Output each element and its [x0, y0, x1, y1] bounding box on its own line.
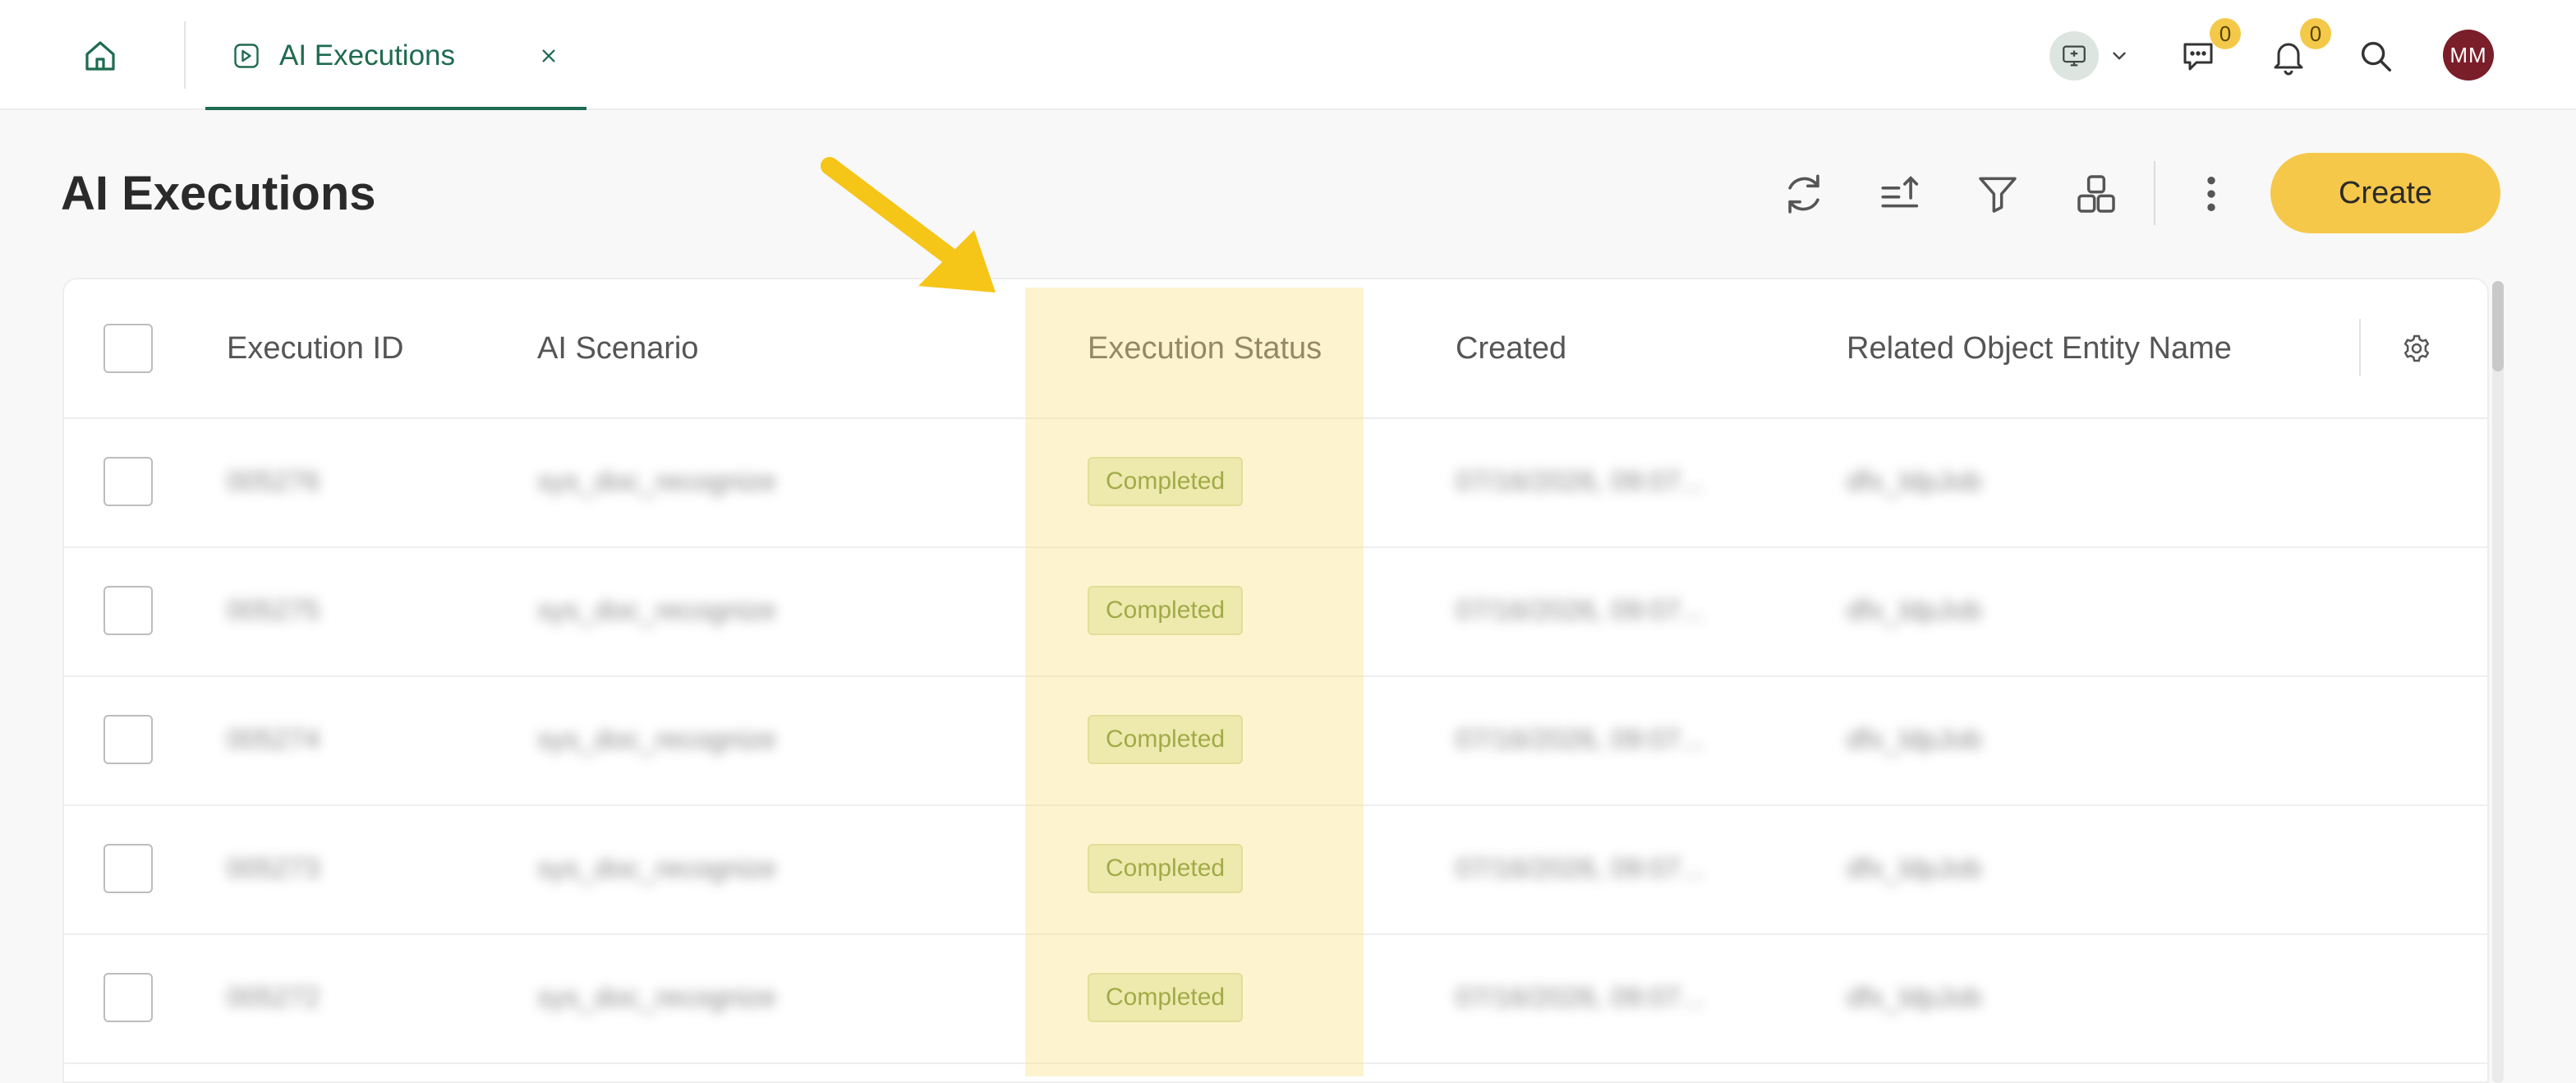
sort-button[interactable]	[1874, 168, 1927, 220]
cell-execution-id[interactable]: 005272	[227, 979, 320, 1016]
column-header-related-entity[interactable]: Related Object Entity Name	[1847, 329, 2232, 368]
column-settings-button[interactable]	[2399, 330, 2435, 366]
home-button[interactable]	[76, 31, 125, 81]
column-header-ai-scenario[interactable]: AI Scenario	[537, 329, 698, 368]
filter-icon	[1979, 177, 2017, 213]
sort-icon	[1881, 176, 1919, 208]
user-avatar[interactable]: MM	[2443, 30, 2494, 81]
annotation-arrow-icon	[821, 157, 996, 293]
notifications-count-badge: 0	[2300, 18, 2331, 49]
layout-icon	[2077, 175, 2115, 213]
column-header-created[interactable]: Created	[1456, 329, 1566, 368]
cell-execution-id[interactable]: 005275	[227, 592, 320, 629]
row-checkbox[interactable]	[104, 844, 153, 893]
table-row[interactable]: 005272 sys_doc_recognize Completed 07/16…	[64, 935, 2487, 1064]
row-checkbox[interactable]	[104, 586, 153, 635]
row-checkbox[interactable]	[104, 457, 153, 506]
tab-close-button[interactable]	[534, 41, 564, 71]
home-icon	[85, 41, 115, 71]
workspace-avatar	[2049, 31, 2099, 81]
topbar-divider	[184, 21, 186, 89]
search-icon	[2361, 41, 2391, 71]
executions-table: Execution ID AI Scenario Execution Statu…	[62, 278, 2489, 1083]
toolbar-divider	[2154, 161, 2155, 225]
column-header-execution-status[interactable]: Execution Status	[1088, 329, 1322, 368]
refresh-button[interactable]	[1778, 168, 1830, 220]
table-row[interactable]: 005273 sys_doc_recognize Completed 07/16…	[64, 806, 2487, 935]
cell-created: 07/16/2026, 09:07...	[1456, 595, 1704, 626]
table-row[interactable]: 005275 sys_doc_recognize Completed 07/16…	[64, 548, 2487, 677]
cell-related-entity: dfx_ldpJob	[1847, 853, 1982, 884]
more-options-button[interactable]	[2185, 168, 2238, 220]
create-button[interactable]: Create	[2270, 153, 2500, 233]
header-divider	[2359, 319, 2361, 376]
select-all-checkbox[interactable]	[104, 324, 153, 373]
cell-ai-scenario: sys_doc_recognize	[537, 595, 777, 626]
vertical-scrollbar[interactable]	[2492, 281, 2504, 1083]
column-header-execution-id[interactable]: Execution ID	[227, 329, 403, 368]
cell-ai-scenario: sys_doc_recognize	[537, 853, 777, 884]
gear-icon	[2404, 334, 2430, 362]
cell-ai-scenario: sys_doc_recognize	[537, 724, 777, 755]
cell-created: 07/16/2026, 09:07...	[1456, 724, 1704, 755]
close-icon	[542, 49, 555, 62]
row-checkbox[interactable]	[104, 715, 153, 764]
status-badge: Completed	[1088, 586, 1244, 635]
table-row[interactable]: 005276 sys_doc_recognize Completed 07/16…	[64, 419, 2487, 548]
screen-icon	[2063, 45, 2086, 67]
status-badge: Completed	[1088, 715, 1244, 764]
cell-created: 07/16/2026, 09:07...	[1456, 853, 1704, 884]
scrollbar-thumb[interactable]	[2492, 281, 2504, 371]
table-row[interactable]: 005274 sys_doc_recognize Completed 07/16…	[64, 677, 2487, 806]
cell-ai-scenario: sys_doc_recognize	[537, 466, 777, 497]
table-header: Execution ID AI Scenario Execution Statu…	[64, 279, 2487, 419]
filter-button[interactable]	[1971, 168, 2024, 220]
page-title: AI Executions	[61, 167, 376, 220]
status-badge: Completed	[1088, 457, 1244, 506]
top-bar: AI Executions 0 0 MM	[0, 0, 2576, 110]
row-checkbox[interactable]	[104, 973, 153, 1022]
cell-execution-id[interactable]: 005276	[227, 463, 320, 500]
cell-execution-id[interactable]: 005273	[227, 850, 320, 887]
cell-related-entity: dfx_ldpJob	[1847, 724, 1982, 755]
cell-execution-id[interactable]: 005274	[227, 721, 320, 758]
messages-button[interactable]: 0	[2174, 18, 2241, 82]
cell-related-entity: dfx_ldpJob	[1847, 595, 1982, 626]
search-button[interactable]	[2351, 30, 2400, 82]
workspace-switcher[interactable]	[2044, 30, 2136, 82]
cell-ai-scenario: sys_doc_recognize	[537, 982, 777, 1013]
tab-ai-executions[interactable]: AI Executions	[205, 0, 586, 110]
cell-created: 07/16/2026, 09:07...	[1456, 982, 1704, 1013]
tab-label: AI Executions	[279, 39, 455, 71]
cell-related-entity: dfx_ldpJob	[1847, 466, 1982, 497]
layout-button[interactable]	[2070, 168, 2123, 220]
cell-related-entity: dfx_ldpJob	[1847, 982, 1982, 1013]
status-badge: Completed	[1088, 973, 1244, 1022]
ai-execution-icon	[234, 44, 259, 68]
refresh-icon	[1788, 174, 1819, 214]
cell-created: 07/16/2026, 09:07...	[1456, 466, 1704, 497]
messages-count-badge: 0	[2210, 18, 2241, 49]
notifications-button[interactable]: 0	[2264, 18, 2331, 82]
status-badge: Completed	[1088, 844, 1244, 893]
chevron-down-icon	[2113, 52, 2126, 60]
more-vertical-icon	[2207, 177, 2215, 211]
